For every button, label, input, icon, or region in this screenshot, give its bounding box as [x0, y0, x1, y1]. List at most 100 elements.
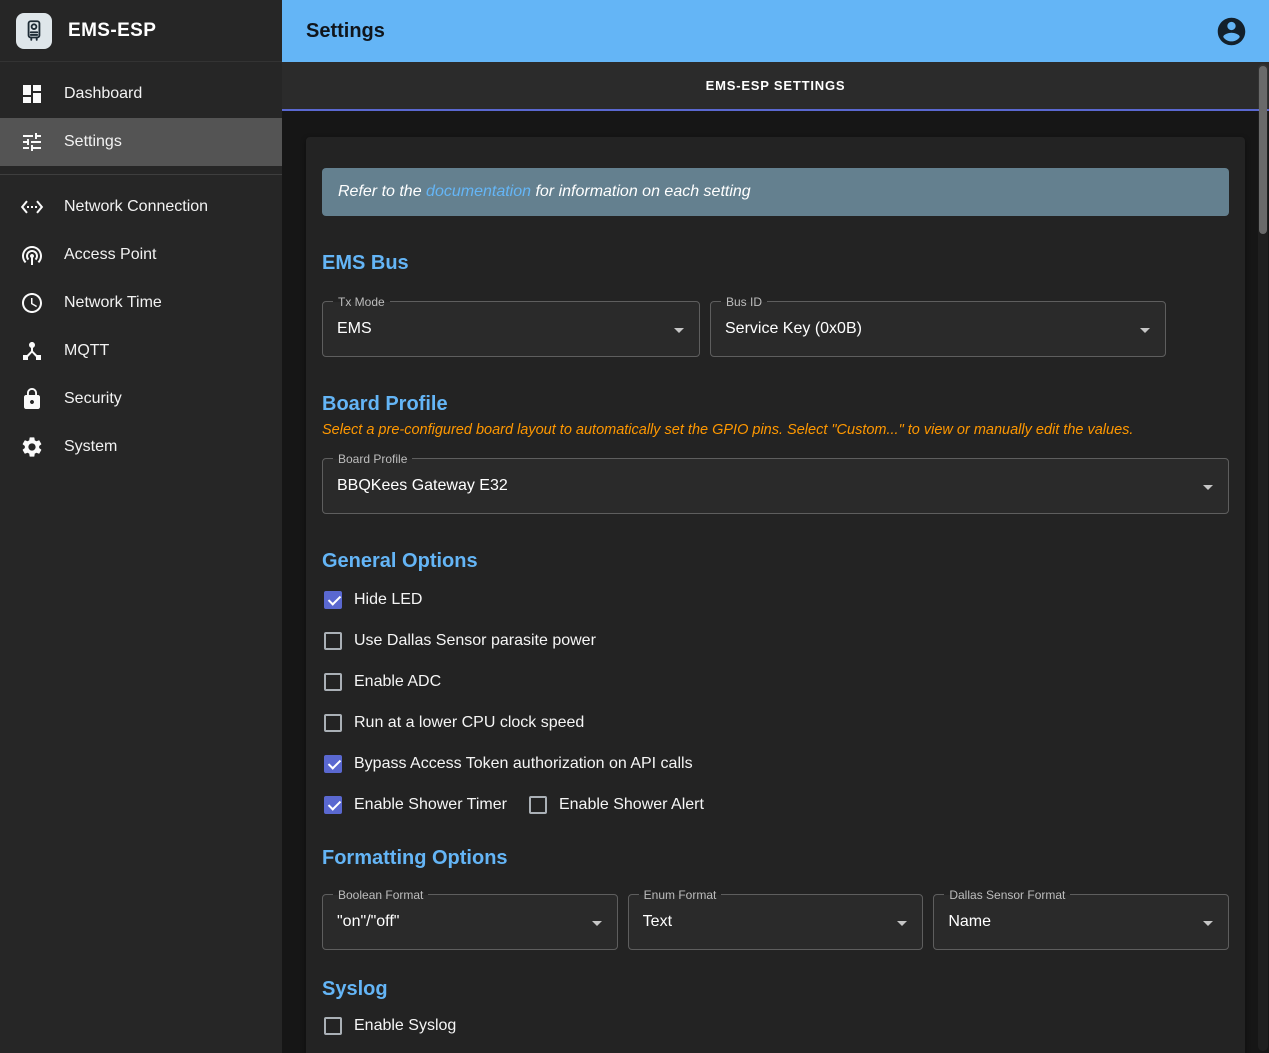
field-value: Text — [643, 913, 672, 931]
settings-card: Refer to the documentation for informati… — [306, 137, 1245, 1053]
boiler-device-icon — [21, 18, 47, 44]
topbar: Settings — [282, 0, 1269, 62]
banner-text-after: for information on each setting — [531, 183, 751, 200]
enable-syslog-checkbox[interactable]: Enable Syslog — [322, 1017, 456, 1035]
bus-id-select[interactable]: Bus ID Service Key (0x0B) — [710, 301, 1166, 357]
sidebar-item-label: MQTT — [64, 342, 109, 360]
field-label: Dallas Sensor Format — [944, 888, 1070, 902]
checkbox-icon[interactable] — [324, 755, 342, 773]
chevron-down-icon — [1196, 475, 1220, 499]
documentation-link[interactable]: documentation — [426, 183, 531, 200]
app-root: EMS-ESP Dashboard Settings Network Conne… — [0, 0, 1269, 1053]
checkbox-icon[interactable] — [324, 673, 342, 691]
checkbox-label[interactable]: Bypass Access Token authorization on API… — [354, 755, 693, 773]
checkbox-label[interactable]: Enable Shower Alert — [559, 796, 704, 814]
enable-shower-timer-checkbox[interactable]: Enable Shower Timer — [322, 796, 507, 814]
field-value: "on"/"off" — [337, 913, 399, 931]
info-banner: Refer to the documentation for informati… — [322, 168, 1229, 216]
tx-mode-select[interactable]: Tx Mode EMS — [322, 301, 700, 357]
sidebar-item-label: Dashboard — [64, 85, 142, 103]
dashboard-icon — [20, 82, 44, 106]
check-row: Use Dallas Sensor parasite power — [322, 620, 1229, 661]
field-value: BBQKees Gateway E32 — [337, 477, 508, 495]
checkbox-label[interactable]: Hide LED — [354, 591, 422, 609]
section-title-general-options: General Options — [322, 550, 1229, 573]
shower-options-row: Enable Shower Timer Enable Shower Alert — [322, 784, 1229, 825]
field-label: Bus ID — [721, 295, 767, 309]
enum-format-select[interactable]: Enum Format Text — [628, 894, 924, 950]
hide-led-checkbox[interactable]: Hide LED — [322, 591, 422, 609]
ethernet-icon — [20, 195, 44, 219]
page-title: Settings — [306, 20, 385, 43]
account-button[interactable] — [1213, 13, 1249, 49]
section-title-syslog: Syslog — [322, 978, 1229, 1001]
formatting-field-row: Boolean Format "on"/"off" Enum Format Te… — [322, 894, 1229, 950]
gear-icon — [20, 435, 44, 459]
sidebar-item-label: System — [64, 438, 117, 456]
field-value: Name — [948, 913, 991, 931]
check-row: Enable Syslog — [322, 1005, 1229, 1046]
check-row: Run at a lower CPU clock speed — [322, 702, 1229, 743]
checkbox-label[interactable]: Use Dallas Sensor parasite power — [354, 632, 596, 650]
check-row: Bypass Access Token authorization on API… — [322, 743, 1229, 784]
clock-icon — [20, 291, 44, 315]
tune-icon — [20, 130, 44, 154]
field-label: Tx Mode — [333, 295, 390, 309]
checkbox-icon[interactable] — [324, 591, 342, 609]
enable-shower-alert-checkbox[interactable]: Enable Shower Alert — [527, 796, 704, 814]
ems-esp-logo — [16, 13, 52, 49]
board-profile-select[interactable]: Board Profile BBQKees Gateway E32 — [322, 458, 1229, 514]
device-hub-icon — [20, 339, 44, 363]
sidebar-item-label: Security — [64, 390, 122, 408]
banner-text-before: Refer to the — [338, 183, 426, 200]
lower-cpu-clock-checkbox[interactable]: Run at a lower CPU clock speed — [322, 714, 584, 732]
section-title-ems-bus: EMS Bus — [322, 252, 1229, 275]
sidebar-header: EMS-ESP — [0, 0, 282, 62]
sidebar-item-access-point[interactable]: Access Point — [0, 231, 282, 279]
sidebar-item-settings[interactable]: Settings — [0, 118, 282, 166]
checkbox-label[interactable]: Run at a lower CPU clock speed — [354, 714, 584, 732]
sidebar-item-mqtt[interactable]: MQTT — [0, 327, 282, 375]
checkbox-icon[interactable] — [324, 1017, 342, 1035]
sidebar-item-network-connection[interactable]: Network Connection — [0, 183, 282, 231]
board-profile-field-row: Board Profile BBQKees Gateway E32 — [322, 458, 1229, 514]
enable-adc-checkbox[interactable]: Enable ADC — [322, 673, 441, 691]
sidebar-item-system[interactable]: System — [0, 423, 282, 471]
dallas-parasite-checkbox[interactable]: Use Dallas Sensor parasite power — [322, 632, 596, 650]
sidebar-item-label: Network Time — [64, 294, 162, 312]
wifi-tethering-icon — [20, 243, 44, 267]
sidebar-item-dashboard[interactable]: Dashboard — [0, 70, 282, 118]
sidebar-divider — [0, 174, 282, 175]
tab-bar: EMS-ESP SETTINGS — [282, 62, 1269, 111]
checkbox-label[interactable]: Enable Syslog — [354, 1017, 456, 1035]
checkbox-icon[interactable] — [324, 714, 342, 732]
dallas-sensor-format-select[interactable]: Dallas Sensor Format Name — [933, 894, 1229, 950]
checkbox-label[interactable]: Enable Shower Timer — [354, 796, 507, 814]
sidebar: EMS-ESP Dashboard Settings Network Conne… — [0, 0, 282, 1053]
scrollbar[interactable] — [1258, 64, 1268, 1051]
checkbox-icon[interactable] — [324, 796, 342, 814]
field-label: Boolean Format — [333, 888, 428, 902]
chevron-down-icon — [585, 911, 609, 935]
checkbox-icon[interactable] — [529, 796, 547, 814]
scrollbar-thumb[interactable] — [1259, 66, 1267, 234]
field-label: Enum Format — [639, 888, 722, 902]
checkbox-icon[interactable] — [324, 632, 342, 650]
tab-ems-esp-settings[interactable]: EMS-ESP SETTINGS — [706, 78, 846, 93]
sidebar-item-security[interactable]: Security — [0, 375, 282, 423]
field-label: Board Profile — [333, 452, 412, 466]
sidebar-item-label: Access Point — [64, 246, 156, 264]
sidebar-item-network-time[interactable]: Network Time — [0, 279, 282, 327]
sidebar-nav: Dashboard Settings Network Connection Ac… — [0, 62, 282, 471]
boolean-format-select[interactable]: Boolean Format "on"/"off" — [322, 894, 618, 950]
ems-bus-field-row: Tx Mode EMS Bus ID Service Key (0x0B) — [322, 301, 1229, 357]
field-value: Service Key (0x0B) — [725, 320, 862, 338]
sidebar-item-label: Network Connection — [64, 198, 208, 216]
check-row: Hide LED — [322, 579, 1229, 620]
section-title-formatting-options: Formatting Options — [322, 847, 1229, 870]
bypass-token-checkbox[interactable]: Bypass Access Token authorization on API… — [322, 755, 693, 773]
checkbox-label[interactable]: Enable ADC — [354, 673, 441, 691]
chevron-down-icon — [667, 318, 691, 342]
field-value: EMS — [337, 320, 372, 338]
board-profile-helper-text: Select a pre-configured board layout to … — [322, 422, 1229, 438]
